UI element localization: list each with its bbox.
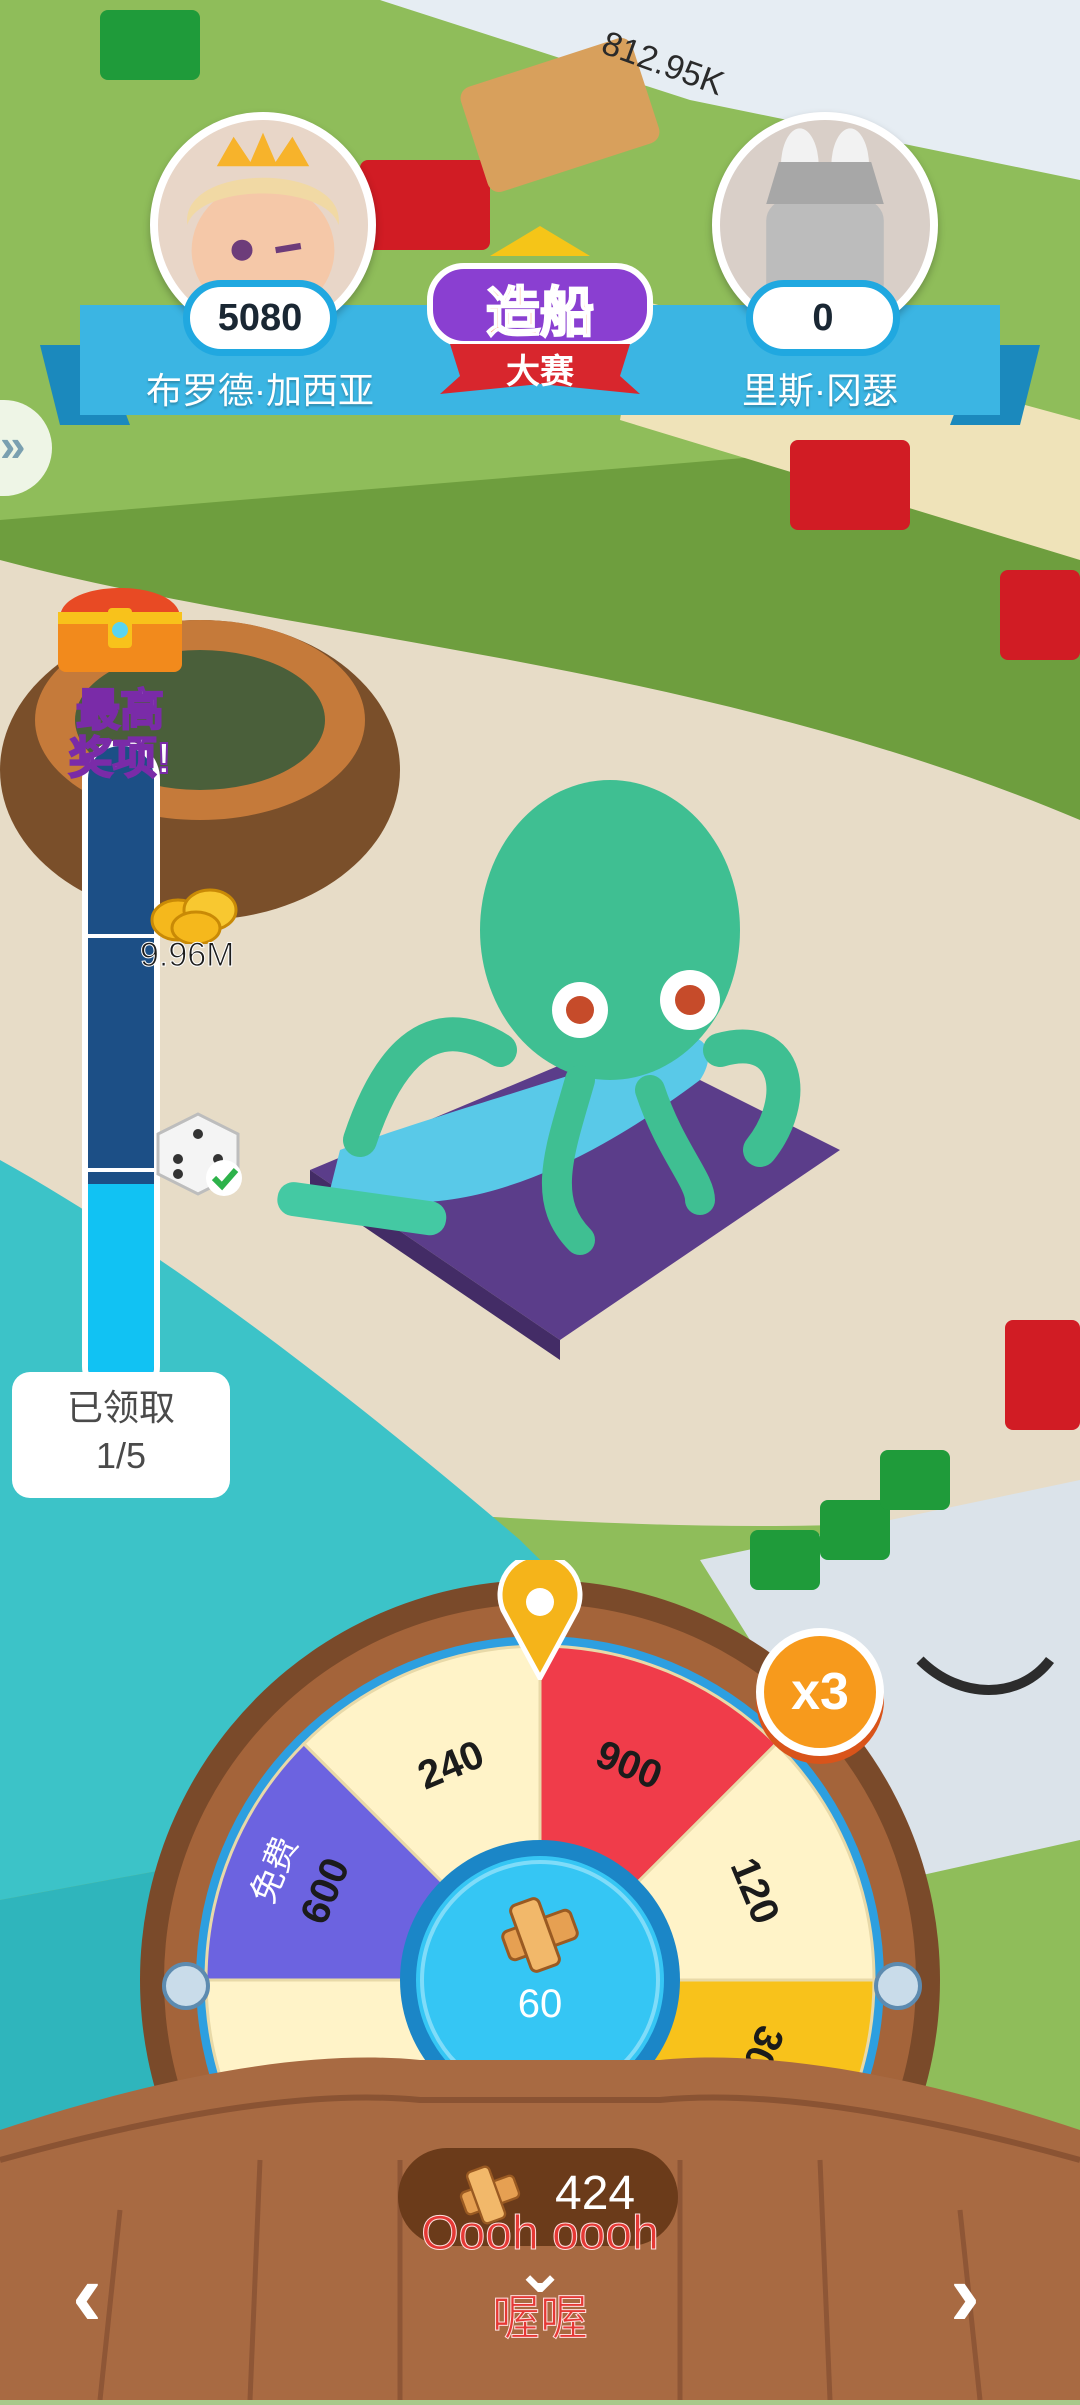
voice-subtitle-line2: 喔喔 (491, 2292, 588, 2346)
reward-progress-tube (82, 740, 160, 1405)
dice-milestone[interactable] (148, 1104, 248, 1200)
player-right-score: 0 (746, 280, 900, 356)
multiplier-label: x3 (791, 1663, 849, 1721)
claimed-label: 已领取 (66, 1387, 175, 1428)
player-right-name: 里斯·冈瑟 (742, 370, 898, 411)
prev-arrow-icon[interactable]: ‹ (72, 2250, 102, 2340)
wood-planks-icon (501, 1897, 579, 1973)
double-chevron-right-icon: » (0, 419, 26, 471)
event-title: 造船 (485, 282, 595, 344)
progress-tick (88, 1168, 154, 1172)
claimed-count: 1/5 (95, 1435, 147, 1476)
player-left-name: 布罗德·加西亚 (146, 370, 374, 411)
coin-milestone-amount: 9.96M (140, 936, 235, 975)
dice-icon (156, 1112, 242, 1196)
coins-icon (150, 888, 238, 944)
wheel-pointer-icon (497, 1560, 583, 1680)
top-reward-chest[interactable]: 最高 奖项! (40, 568, 200, 784)
treasure-chest-icon (58, 588, 182, 672)
top-reward-label-line2: 奖项! (68, 733, 173, 784)
wheel-peg-right (874, 1962, 922, 2010)
event-badge[interactable]: 造船 大赛 (420, 226, 660, 396)
player-left-score: 5080 (183, 280, 337, 356)
multiplier-button[interactable]: x3 (756, 1628, 884, 1756)
wheel-peg-left (162, 1962, 210, 2010)
reward-progress-fill (88, 1183, 154, 1399)
next-arrow-icon[interactable]: › (950, 2250, 980, 2340)
claimed-status-box: 已领取 1/5 (12, 1372, 230, 1498)
event-subtitle: 大赛 (506, 353, 574, 391)
